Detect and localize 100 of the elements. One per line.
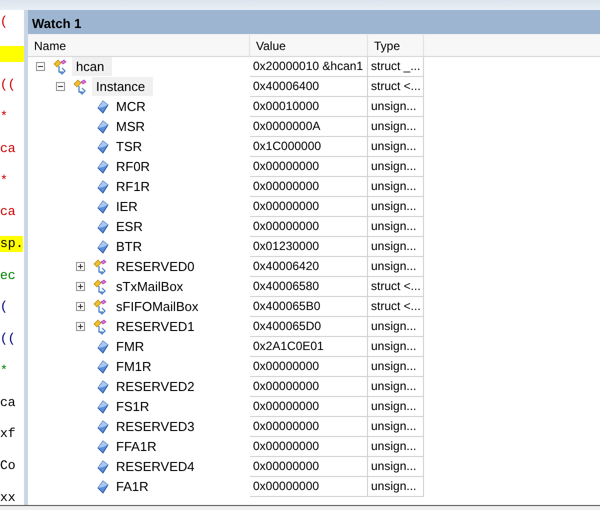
type-cell: struct <... <box>368 297 424 317</box>
variable-name[interactable]: ESR <box>112 217 151 236</box>
variable-name[interactable]: sTxMailBox <box>112 277 192 296</box>
variable-name[interactable]: IER <box>112 197 146 216</box>
value-cell: 0x400065B0 <box>250 297 368 317</box>
struct-icon <box>93 258 109 274</box>
code-fragment: * <box>0 172 8 188</box>
variable-name[interactable]: FS1R <box>112 397 158 416</box>
value-cell: 0x40006400 <box>250 77 368 97</box>
variable-name[interactable]: FA1R <box>112 477 157 496</box>
diamond-icon <box>97 440 109 454</box>
diamond-icon <box>97 400 109 414</box>
type-cell: unsign... <box>368 377 424 397</box>
variable-name[interactable]: RESERVED0 <box>112 257 203 276</box>
expand-icon[interactable] <box>76 302 85 311</box>
diamond-icon <box>97 100 109 114</box>
variable-name[interactable]: Instance <box>92 77 154 96</box>
type-cell: unsign... <box>368 317 424 337</box>
expand-icon[interactable] <box>76 282 85 291</box>
variable-name[interactable]: MSR <box>112 117 153 136</box>
code-fragment: ( <box>0 299 8 314</box>
variable-name[interactable]: FFA1R <box>112 437 164 456</box>
diamond-icon <box>97 420 109 434</box>
type-cell: unsign... <box>368 337 424 357</box>
value-cell: 0x1C000000 <box>250 137 368 157</box>
variable-name[interactable]: FM1R <box>112 357 160 376</box>
column-header[interactable]: Value <box>250 35 368 56</box>
type-cell: unsign... <box>368 477 424 497</box>
variable-name[interactable]: hcan <box>72 57 112 76</box>
type-cell: unsign... <box>368 157 424 177</box>
variable-name[interactable]: FMR <box>112 337 152 356</box>
type-cell: unsign... <box>368 197 424 217</box>
code-fragment: (( <box>0 77 16 92</box>
code-fragment: Co <box>0 458 16 474</box>
expand-icon[interactable] <box>76 322 85 331</box>
variable-name[interactable]: RF1R <box>112 177 158 196</box>
value-cell: 0x00000000 <box>250 157 368 177</box>
value-cell: 0x400065D0 <box>250 317 368 337</box>
value-cell: 0x00000000 <box>250 177 368 197</box>
value-cell: 0x00010000 <box>250 97 368 117</box>
diamond-icon <box>97 360 109 374</box>
type-cell: unsign... <box>368 237 424 257</box>
code-fragment: xx <box>0 490 16 505</box>
value-cell: 0x40006580 <box>250 277 368 297</box>
diamond-icon <box>97 480 109 494</box>
diamond-icon <box>97 120 109 134</box>
type-cell: unsign... <box>368 357 424 377</box>
expand-icon[interactable] <box>76 262 85 271</box>
type-cell: struct <... <box>368 277 424 297</box>
collapse-icon[interactable] <box>36 62 45 71</box>
code-fragment: ca <box>0 140 16 156</box>
code-fragment: ( <box>0 14 8 29</box>
value-cell: 0x00000000 <box>250 397 368 417</box>
type-cell: unsign... <box>368 97 424 117</box>
diamond-icon <box>97 380 109 394</box>
variable-name[interactable]: RF0R <box>112 157 158 176</box>
variable-name[interactable]: RESERVED3 <box>112 417 203 436</box>
code-fragment: (( <box>0 331 16 346</box>
diamond-icon <box>97 140 109 154</box>
variable-name[interactable]: MCR <box>112 97 154 116</box>
column-header[interactable]: Name <box>28 35 250 56</box>
diamond-icon <box>97 240 109 254</box>
line-highlight <box>0 46 24 62</box>
diamond-icon <box>97 200 109 214</box>
code-fragment: ec <box>0 268 16 283</box>
variable-name[interactable]: RESERVED1 <box>112 317 203 336</box>
value-cell: 0x01230000 <box>250 237 368 257</box>
diamond-icon <box>97 180 109 194</box>
value-cell: 0x00000000 <box>250 357 368 377</box>
value-cell: 0x00000000 <box>250 377 368 397</box>
column-header[interactable]: Type <box>368 35 424 56</box>
variable-name[interactable]: BTR <box>112 237 150 256</box>
value-cell: 0x00000000 <box>250 477 368 497</box>
diamond-icon <box>97 340 109 354</box>
code-fragment: xf <box>0 426 16 442</box>
value-cell: 0x00000000 <box>250 457 368 477</box>
value-cell: 0x0000000A <box>250 117 368 137</box>
diamond-icon <box>97 460 109 474</box>
diamond-icon <box>97 220 109 234</box>
type-cell: unsign... <box>368 117 424 137</box>
value-cell: 0x40006420 <box>250 257 368 277</box>
struct-icon <box>93 278 109 294</box>
struct-icon <box>73 78 89 94</box>
type-cell: unsign... <box>368 137 424 157</box>
type-cell: unsign... <box>368 397 424 417</box>
type-cell: unsign... <box>368 437 424 457</box>
code-fragment: sp. <box>0 236 24 252</box>
collapse-icon[interactable] <box>56 82 65 91</box>
value-cell: 0x00000000 <box>250 417 368 437</box>
variable-name[interactable]: RESERVED4 <box>112 457 203 476</box>
type-cell: struct _... <box>368 57 424 77</box>
code-fragment: * <box>0 109 8 124</box>
variable-name[interactable]: sFIFOMailBox <box>112 297 206 316</box>
variable-name[interactable]: TSR <box>112 137 150 156</box>
value-cell: 0x20000010 &hcan1 <box>250 57 368 77</box>
struct-icon <box>93 298 109 314</box>
type-cell: unsign... <box>368 177 424 197</box>
variable-name[interactable]: RESERVED2 <box>112 377 203 396</box>
type-cell: struct <... <box>368 77 424 97</box>
struct-icon <box>53 58 69 74</box>
